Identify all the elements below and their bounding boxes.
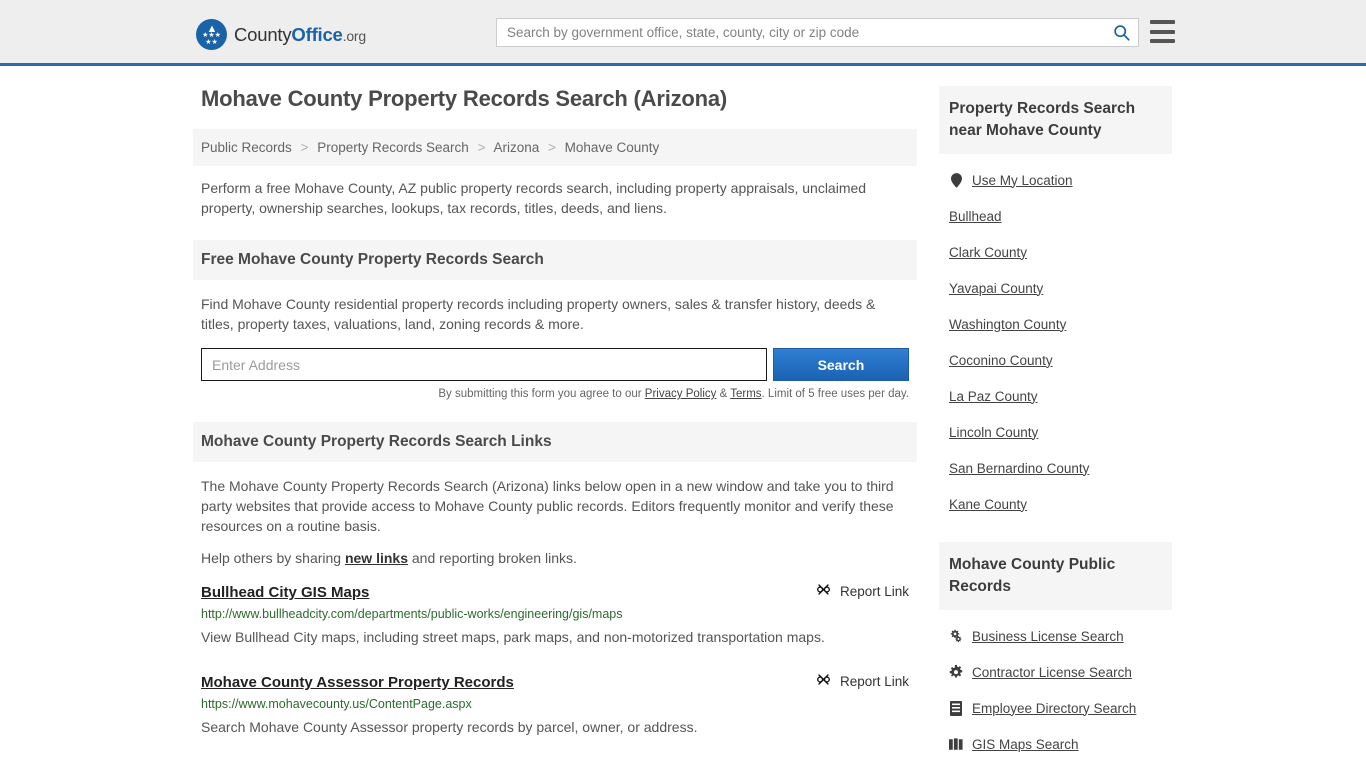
sidebar-item-contractor-license-search[interactable]: Contractor License Search bbox=[949, 654, 1172, 690]
disclaimer-amp: & bbox=[716, 388, 731, 400]
breadcrumb-item-mohave-county[interactable]: Mohave County bbox=[565, 140, 660, 155]
disclaimer-pre: By submitting this form you agree to our bbox=[438, 388, 645, 400]
link-header-row: Mohave County Assessor Property Records bbox=[201, 672, 909, 692]
sidebar-item-employee-directory-search[interactable]: Employee Directory Search bbox=[949, 690, 1172, 726]
sidebar-item-business-license-search[interactable]: Business License Search bbox=[949, 618, 1172, 654]
report-link-label: Report Link bbox=[839, 673, 909, 689]
result-link-url: https://www.mohavecounty.us/ContentPage.… bbox=[201, 697, 472, 711]
header-search-bar[interactable] bbox=[496, 18, 1139, 47]
logo-text: CountyOffice.org bbox=[234, 24, 366, 46]
sidebar-item-label[interactable]: Washington County bbox=[949, 317, 1066, 332]
breadcrumb-item-property-records-search[interactable]: Property Records Search bbox=[317, 140, 469, 155]
help-post: and reporting broken links. bbox=[408, 550, 577, 566]
logo-strong: Office bbox=[291, 23, 343, 45]
site-logo[interactable]: ▲ ★★★ ★★ CountyOffice.org bbox=[196, 19, 366, 50]
result-link-title[interactable]: Bullhead City GIS Maps bbox=[201, 584, 369, 601]
sidebar-item-san-bernardino-county[interactable]: San Bernardino County bbox=[949, 450, 1172, 486]
report-link-label: Report Link bbox=[839, 583, 909, 599]
page-body: Mohave County Property Records Search (A… bbox=[0, 66, 1366, 762]
result-link-description: View Bullhead City maps, including stree… bbox=[201, 629, 825, 645]
list-item: Mohave County Assessor Property Records bbox=[201, 672, 909, 740]
breadcrumb-separator: > bbox=[477, 140, 486, 155]
broken-link-icon bbox=[816, 672, 831, 690]
breadcrumb-separator: > bbox=[548, 140, 556, 155]
sidebar-item-label[interactable]: Use My Location bbox=[972, 173, 1073, 188]
sidebar-item-gis-maps-search[interactable]: GIS Maps Search bbox=[949, 726, 1172, 762]
sidebar-item-label[interactable]: Business License Search bbox=[972, 629, 1124, 644]
sidebar-item-clark-county[interactable]: Clark County bbox=[949, 234, 1172, 270]
list-document-icon bbox=[949, 700, 963, 716]
sidebar-item-bullhead[interactable]: Bullhead bbox=[949, 198, 1172, 234]
privacy-policy-link[interactable]: Privacy Policy bbox=[645, 388, 717, 400]
search-links-list: Bullhead City GIS Maps Report Link http:… bbox=[193, 582, 917, 740]
sidebar-nearby-heading: Property Records Search near Mohave Coun… bbox=[939, 86, 1172, 154]
gears-icon bbox=[949, 629, 963, 643]
sidebar-item-label[interactable]: Lincoln County bbox=[949, 425, 1038, 440]
sidebar-item-label[interactable]: GIS Maps Search bbox=[972, 737, 1079, 752]
free-search-description: Find Mohave County residential property … bbox=[201, 296, 876, 332]
intro-paragraph: Perform a free Mohave County, AZ public … bbox=[201, 180, 867, 216]
sidebar-item-label[interactable]: Coconino County bbox=[949, 353, 1053, 368]
sidebar-item-washington-county[interactable]: Washington County bbox=[949, 306, 1172, 342]
sidebar-item-label[interactable]: Employee Directory Search bbox=[972, 701, 1136, 716]
report-link-button[interactable]: Report Link bbox=[816, 672, 909, 690]
logo-prefix: County bbox=[234, 23, 292, 45]
form-disclaimer: By submitting this form you agree to our… bbox=[201, 388, 909, 400]
broken-link-icon bbox=[816, 582, 831, 600]
sidebar-item-label[interactable]: San Bernardino County bbox=[949, 461, 1089, 476]
page-title: Mohave County Property Records Search (A… bbox=[201, 86, 728, 111]
sidebar-item-kane-county[interactable]: Kane County bbox=[949, 486, 1172, 522]
breadcrumb-separator: > bbox=[300, 140, 309, 155]
report-link-button[interactable]: Report Link bbox=[816, 582, 909, 600]
hamburger-menu-icon[interactable] bbox=[1150, 20, 1175, 43]
gear-icon bbox=[949, 665, 963, 679]
search-button[interactable]: Search bbox=[772, 348, 909, 381]
address-input[interactable] bbox=[201, 348, 767, 381]
main-column: Mohave County Property Records Search (A… bbox=[193, 86, 917, 762]
sidebar-item-label[interactable]: Clark County bbox=[949, 245, 1027, 260]
terms-link[interactable]: Terms bbox=[730, 388, 761, 400]
sidebar-item-yavapai-county[interactable]: Yavapai County bbox=[949, 270, 1172, 306]
sidebar-item-label[interactable]: La Paz County bbox=[949, 389, 1038, 404]
search-links-body: The Mohave County Property Records Searc… bbox=[193, 476, 917, 568]
free-search-body: Find Mohave County residential property … bbox=[193, 294, 917, 334]
sidebar-item-use-my-location[interactable]: Use My Location bbox=[949, 162, 1172, 198]
address-search-form: Search bbox=[201, 348, 909, 381]
result-link-title[interactable]: Mohave County Assessor Property Records bbox=[201, 674, 514, 691]
site-header: ▲ ★★★ ★★ CountyOffice.org bbox=[0, 0, 1366, 66]
new-links-link[interactable]: new links bbox=[345, 550, 408, 566]
disclaimer-post: . Limit of 5 free uses per day. bbox=[761, 388, 909, 400]
sidebar-item-lincoln-county[interactable]: Lincoln County bbox=[949, 414, 1172, 450]
breadcrumb-item-arizona[interactable]: Arizona bbox=[493, 140, 539, 155]
list-item: Bullhead City GIS Maps Report Link http:… bbox=[201, 582, 909, 650]
sidebar-item-label[interactable]: Yavapai County bbox=[949, 281, 1043, 296]
map-pin-icon bbox=[949, 172, 963, 188]
result-link-url: http://www.bullheadcity.com/departments/… bbox=[201, 607, 623, 621]
breadcrumb: Public Records > Property Records Search… bbox=[193, 129, 917, 166]
sidebar-item-label[interactable]: Kane County bbox=[949, 497, 1027, 512]
link-header-row: Bullhead City GIS Maps Report Link bbox=[201, 582, 909, 602]
free-search-heading: Free Mohave County Property Records Sear… bbox=[193, 240, 917, 280]
sidebar: Property Records Search near Mohave Coun… bbox=[939, 86, 1172, 762]
help-others-paragraph: Help others by sharing new links and rep… bbox=[201, 548, 909, 568]
search-links-paragraph: The Mohave County Property Records Searc… bbox=[201, 478, 894, 534]
search-input[interactable] bbox=[497, 19, 1104, 46]
logo-suffix: .org bbox=[342, 27, 367, 44]
map-book-icon bbox=[949, 737, 963, 751]
sidebar-item-label[interactable]: Contractor License Search bbox=[972, 665, 1132, 680]
search-links-heading: Mohave County Property Records Search Li… bbox=[193, 422, 917, 462]
breadcrumb-item-public-records[interactable]: Public Records bbox=[201, 140, 292, 155]
sidebar-nearby-list: Use My Location Bullhead Clark County Ya… bbox=[939, 154, 1172, 522]
result-link-description: Search Mohave County Assessor property r… bbox=[201, 719, 698, 735]
sidebar-public-records-heading: Mohave County Public Records bbox=[939, 542, 1172, 610]
sidebar-item-label[interactable]: Bullhead bbox=[949, 209, 1002, 224]
search-icon[interactable] bbox=[1104, 19, 1138, 46]
help-pre: Help others by sharing bbox=[201, 550, 345, 566]
sidebar-item-la-paz-county[interactable]: La Paz County bbox=[949, 378, 1172, 414]
sidebar-public-records-list: Business License Search Contractor Licen… bbox=[939, 610, 1172, 762]
eagle-seal-icon: ▲ ★★★ ★★ bbox=[196, 19, 227, 50]
sidebar-item-coconino-county[interactable]: Coconino County bbox=[949, 342, 1172, 378]
